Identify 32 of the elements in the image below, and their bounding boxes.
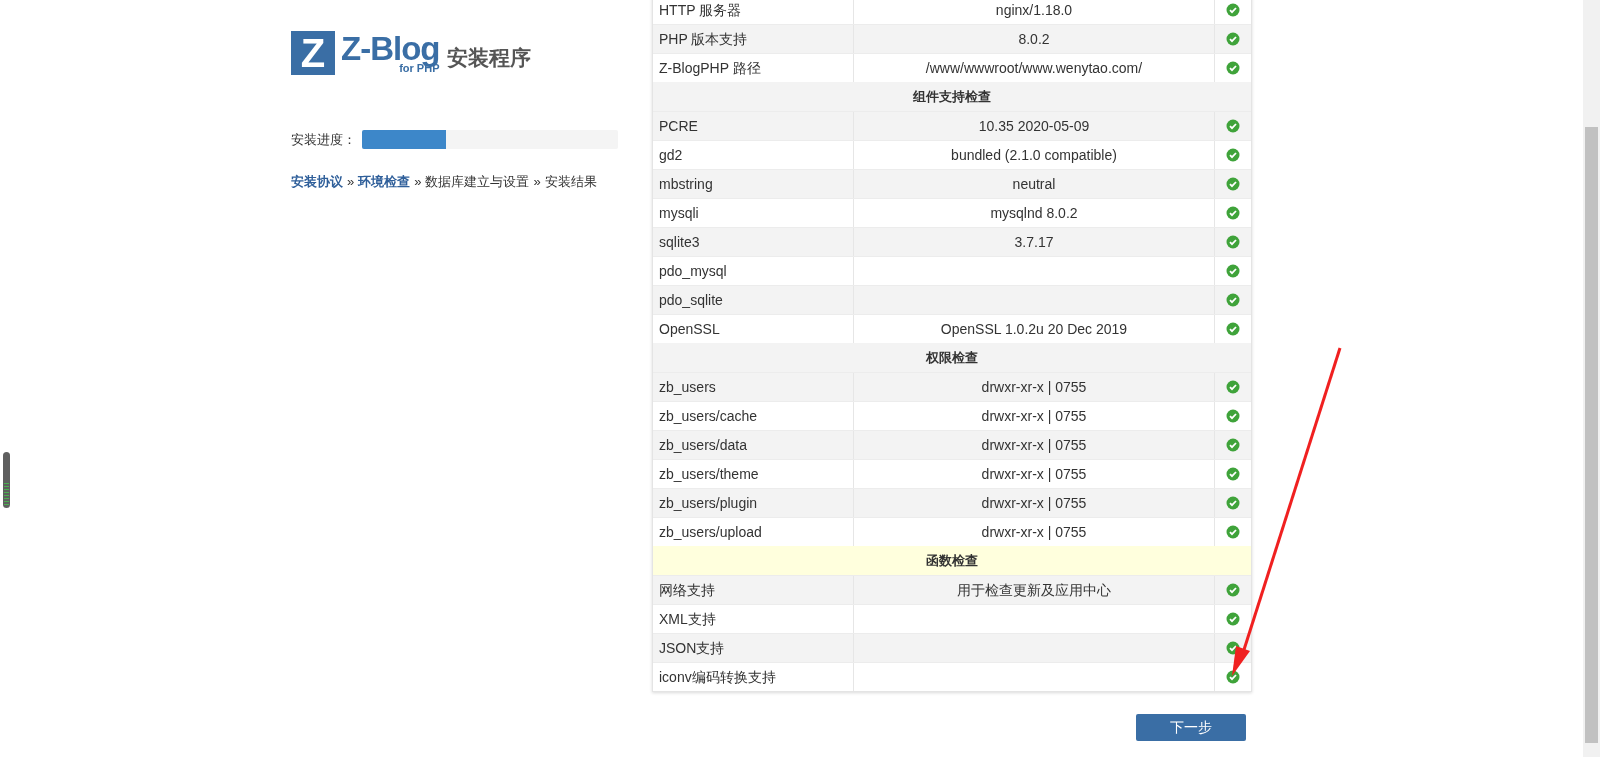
table-cell-text: drwxr-xr-x | 0755 [981,377,1087,397]
table-cell-text: 10.35 2020-05-09 [978,116,1090,136]
floating-widget-icon[interactable] [3,452,10,508]
table-cell-text: drwxr-xr-x | 0755 [981,464,1087,484]
table-cell-text: neutral [1012,174,1056,194]
install-step: 环境检查 [358,171,411,191]
install-step: 安装协议 [291,171,343,191]
next-button[interactable]: 下一步 [1136,714,1246,741]
section-header: 函数检查 [653,546,1251,575]
table-cell-text: drwxr-xr-x | 0755 [981,493,1087,513]
table-cell-text: drwxr-xr-x | 0755 [981,435,1087,455]
step-separator: » [347,172,355,191]
table-cell: iconv编码转换支持 [653,663,854,691]
section-header: 组件支持检查 [653,82,1251,111]
table-cell-text: drwxr-xr-x | 0755 [981,406,1087,426]
section-header: 权限检查 [653,343,1251,372]
install-step: 数据库建立与设置 [425,171,530,191]
table-cell-text: 用于检查更新及应用中心 [957,580,1111,600]
table-cell-text: nginx/1.18.0 [995,0,1073,20]
table-cell-text: mysqlnd 8.0.2 [990,203,1078,223]
table-cell-text: 3.7.17 [1014,232,1054,252]
table-cell-text: 8.0.2 [1018,29,1050,49]
progress-label: 安装进度： [291,131,356,149]
table-cell-text: OpenSSL 1.0.2u 20 Dec 2019 [940,319,1128,339]
step-separator: » [533,172,541,191]
install-step: 安装结果 [544,171,597,191]
table-cell-text: drwxr-xr-x | 0755 [981,522,1087,542]
table-cell-text: bundled (2.1.0 compatible) [951,145,1117,165]
installer-title: 安装程序 [447,44,532,71]
scrollbar[interactable] [1583,0,1600,757]
step-separator: » [414,172,422,191]
table-cell-text: /www/wwwroot/www.wenytao.com/ [925,58,1143,78]
